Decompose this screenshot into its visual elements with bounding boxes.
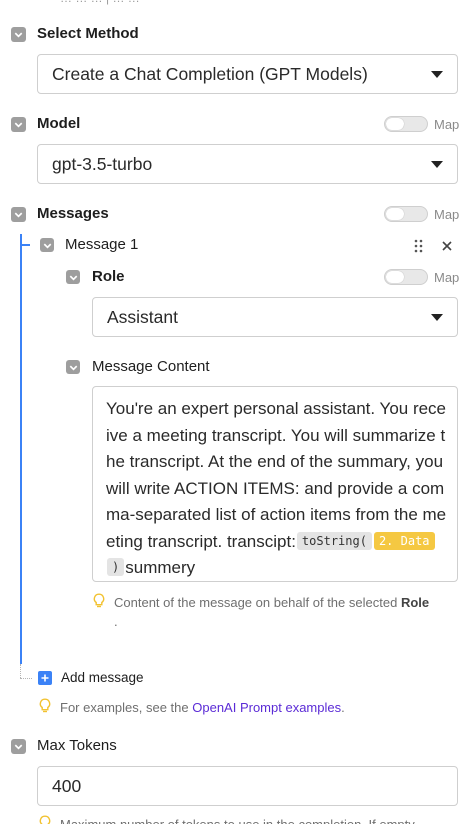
max-tokens-hint-text: Maximum number of tokens to use in the c… [60, 815, 415, 824]
role-map-toggle[interactable]: Map [384, 269, 459, 285]
chevron-down-icon [14, 32, 23, 38]
message-content-hint: Content of the message on behalf of the … [92, 593, 462, 631]
chevron-down-icon [14, 122, 23, 128]
caret-down-icon [431, 71, 443, 78]
chevron-down-icon [14, 212, 23, 218]
map-label: Map [434, 206, 460, 222]
toggle-track [384, 116, 428, 132]
message-tree-line [20, 234, 22, 664]
role-dropdown[interactable]: Assistant [92, 297, 458, 337]
role-collapse-checkbox[interactable] [66, 270, 80, 284]
select-method-label: Select Method [37, 25, 139, 42]
hint-suffix: . [114, 614, 118, 629]
messages-collapse-checkbox[interactable] [11, 207, 26, 222]
chevron-down-icon [43, 243, 51, 249]
drag-handle-icon[interactable] [414, 239, 424, 253]
message-1-collapse-checkbox[interactable] [40, 238, 54, 252]
caret-down-icon [431, 161, 443, 168]
model-value: gpt-3.5-turbo [52, 153, 153, 174]
model-collapse-checkbox[interactable] [11, 117, 26, 132]
examples-prefix: For examples, see the [60, 700, 189, 715]
toggle-track [384, 269, 428, 285]
openai-prompt-examples-link[interactable]: OpenAI Prompt examples [192, 700, 341, 715]
select-method-value: Create a Chat Completion (GPT Models) [52, 63, 368, 84]
message-content-text: You're an expert personal assistant. You… [106, 399, 447, 551]
remove-message-close-icon[interactable] [441, 239, 453, 251]
model-map-toggle[interactable]: Map [384, 116, 459, 132]
message-tree-branch [20, 244, 30, 246]
select-method-collapse-checkbox[interactable] [11, 27, 26, 42]
message-1-title: Message 1 [65, 236, 139, 253]
message-content-textarea[interactable]: You're an expert personal assistant. You… [92, 386, 458, 582]
message-content-tail: summery [125, 558, 196, 577]
role-label: Role [92, 268, 125, 285]
max-tokens-label: Max Tokens [37, 737, 117, 754]
messages-map-toggle[interactable]: Map [384, 206, 459, 222]
messages-label: Messages [37, 205, 109, 222]
chevron-down-icon [69, 275, 77, 281]
message-content-hint-text: Content of the message on behalf of the … [114, 593, 429, 631]
max-tokens-input[interactable]: 400 [37, 766, 458, 806]
caret-down-icon [431, 314, 443, 321]
tostring-function-pill[interactable]: toString( [296, 531, 372, 550]
chevron-down-icon [14, 744, 23, 750]
add-message-connector [20, 664, 21, 678]
examples-hint-text: For examples, see the OpenAI Prompt exam… [60, 698, 345, 717]
map-label: Map [434, 269, 460, 285]
map-label: Map [434, 116, 460, 132]
toggle-track [384, 206, 428, 222]
chevron-down-icon [69, 365, 77, 371]
hint-bold-role: Role [400, 595, 430, 610]
select-method-dropdown[interactable]: Create a Chat Completion (GPT Models) [37, 54, 458, 94]
role-value: Assistant [107, 306, 178, 327]
add-message-label: Add message [61, 670, 144, 685]
plus-icon [38, 670, 52, 685]
add-message-connector-h [20, 678, 32, 679]
examples-hint: For examples, see the OpenAI Prompt exam… [38, 698, 345, 717]
examples-suffix: . [341, 700, 345, 715]
lightbulb-icon [93, 593, 105, 608]
toggle-knob [386, 271, 404, 283]
lightbulb-icon [39, 815, 51, 824]
data-variable-pill[interactable]: 2. Data [373, 531, 435, 550]
max-tokens-collapse-checkbox[interactable] [11, 739, 26, 754]
add-message-button[interactable]: Add message [38, 670, 144, 685]
model-label: Model [37, 115, 81, 132]
close-paren-pill[interactable]: ) [107, 558, 125, 576]
message-content-label: Message Content [92, 358, 210, 375]
model-dropdown[interactable]: gpt-3.5-turbo [37, 144, 458, 184]
toggle-knob [386, 208, 404, 220]
top-cutoff-text: … … … | … … [60, 0, 140, 5]
toggle-knob [386, 118, 404, 130]
message-content-collapse-checkbox[interactable] [66, 360, 80, 374]
max-tokens-hint: Maximum number of tokens to use in the c… [38, 815, 415, 824]
lightbulb-icon [39, 698, 51, 713]
hint-prefix: Content of the message on behalf of the … [114, 595, 398, 610]
max-tokens-value: 400 [52, 775, 82, 796]
